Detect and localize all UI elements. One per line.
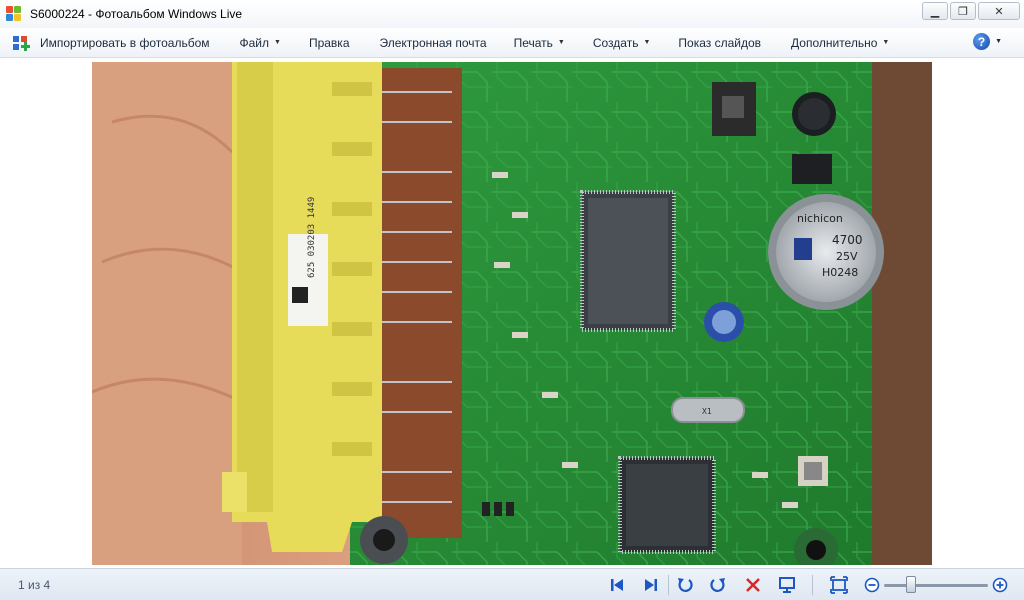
zoom-out-button[interactable] bbox=[862, 575, 882, 595]
menu-print-label: Печать bbox=[513, 35, 553, 50]
rotate-right-icon bbox=[710, 578, 725, 592]
zoom-slider-thumb[interactable] bbox=[906, 576, 916, 593]
menu-create[interactable]: Создать ▼ bbox=[593, 28, 651, 58]
next-button[interactable] bbox=[641, 575, 661, 595]
photo-viewer: 625 030203 1449 X1 nichicon 4700 25V H02… bbox=[0, 58, 1024, 568]
menu-slideshow[interactable]: Показ слайдов bbox=[678, 28, 761, 58]
toolbar-divider bbox=[668, 575, 669, 595]
chevron-down-icon: ▼ bbox=[882, 39, 890, 46]
menu-email-label: Электронная почта bbox=[379, 35, 487, 50]
zoom-out-icon bbox=[864, 577, 880, 593]
window-title: S6000224 - Фотоальбом Windows Live bbox=[30, 7, 243, 21]
close-button[interactable]: ✕ bbox=[978, 2, 1020, 20]
menu-email[interactable]: Электронная почта bbox=[380, 28, 487, 58]
label-sticker-text: 625 030203 1449 bbox=[307, 197, 317, 278]
rotate-left-button[interactable] bbox=[675, 575, 695, 595]
menu-print[interactable]: Печать ▼ bbox=[514, 28, 565, 58]
cap-code: H0248 bbox=[822, 266, 858, 279]
cap-value: 4700 bbox=[832, 233, 863, 247]
zoom-in-button[interactable] bbox=[990, 575, 1010, 595]
help-icon: ? bbox=[973, 33, 991, 50]
actual-size-button[interactable] bbox=[829, 575, 849, 595]
delete-icon bbox=[746, 578, 760, 592]
crystal-label: X1 bbox=[702, 407, 712, 416]
import-button[interactable]: Импортировать в фотоальбом bbox=[12, 28, 210, 58]
zoom-slider-track[interactable] bbox=[884, 584, 988, 587]
menu-edit-label: Правка bbox=[308, 35, 350, 50]
menu-file-label: Файл bbox=[239, 35, 270, 50]
cap-brand: nichicon bbox=[797, 212, 843, 225]
help-button[interactable]: ? ▼ bbox=[973, 33, 1002, 50]
photo[interactable]: 625 030203 1449 X1 nichicon 4700 25V H02… bbox=[92, 62, 932, 565]
rotate-left-icon bbox=[678, 578, 693, 592]
chevron-down-icon: ▼ bbox=[643, 39, 651, 46]
actual-size-icon bbox=[830, 576, 848, 594]
chevron-down-icon: ▼ bbox=[995, 38, 1002, 45]
menu-slideshow-label: Показ слайдов bbox=[678, 35, 762, 50]
cap-voltage: 25V bbox=[836, 250, 858, 263]
menu-more[interactable]: Дополнительно ▼ bbox=[791, 28, 889, 58]
toolbar-divider bbox=[812, 575, 813, 595]
import-icon bbox=[12, 35, 34, 51]
zoom-in-icon bbox=[992, 577, 1008, 593]
photo-counter: 1 из 4 bbox=[18, 578, 51, 592]
title-bar: S6000224 - Фотоальбом Windows Live ▁ ❐ ✕ bbox=[0, 0, 1024, 28]
minimize-button[interactable]: ▁ bbox=[922, 2, 948, 20]
delete-button[interactable] bbox=[743, 575, 763, 595]
slideshow-icon bbox=[779, 577, 795, 593]
chevron-down-icon: ▼ bbox=[274, 39, 281, 46]
menu-more-label: Дополнительно bbox=[791, 35, 878, 50]
menu-file[interactable]: Файл ▼ bbox=[240, 28, 281, 58]
previous-icon bbox=[611, 579, 623, 591]
maximize-button[interactable]: ❐ bbox=[950, 2, 976, 20]
slideshow-button[interactable] bbox=[777, 575, 797, 595]
circuit-board-photo: 625 030203 1449 X1 nichicon 4700 25V H02… bbox=[92, 62, 932, 565]
menu-edit[interactable]: Правка bbox=[309, 28, 350, 58]
windows-live-icon bbox=[6, 6, 22, 22]
previous-button[interactable] bbox=[607, 575, 627, 595]
menu-create-label: Создать bbox=[592, 35, 639, 50]
import-label: Импортировать в фотоальбом bbox=[40, 35, 210, 50]
rotate-right-button[interactable] bbox=[708, 575, 728, 595]
next-icon bbox=[645, 579, 657, 591]
window-controls: ▁ ❐ ✕ bbox=[922, 2, 1020, 20]
chevron-down-icon: ▼ bbox=[557, 39, 565, 46]
status-bar: 1 из 4 bbox=[0, 568, 1024, 600]
menu-bar: Импортировать в фотоальбом Файл ▼ Правка… bbox=[0, 28, 1024, 58]
